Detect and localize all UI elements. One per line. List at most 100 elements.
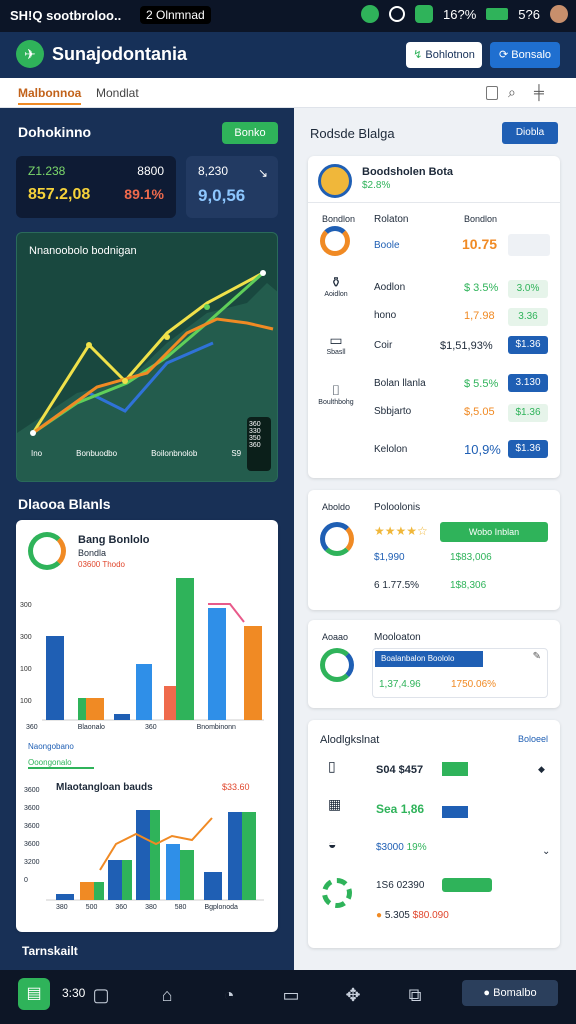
kpi2-value-b: 9,0,56 xyxy=(198,186,246,205)
logo-icon: ✈ xyxy=(16,40,44,68)
y-tick: 100 xyxy=(20,698,32,705)
row-value: 10.75 xyxy=(462,236,498,252)
search-icon[interactable]: ⌕ xyxy=(508,84,516,101)
list-row[interactable]: ● 5.305 $80.090 xyxy=(376,910,449,921)
chevron-down-icon[interactable]: ⌄ xyxy=(542,846,550,857)
battery-text: 16?% xyxy=(443,6,477,22)
row-pill[interactable]: 3.0% xyxy=(508,280,548,298)
app-header: ✈ Sunajodontania ↯ Bohlotnon ⟳ Bonsalo xyxy=(0,32,576,78)
donut-icon xyxy=(320,648,354,682)
list-row-label: Sea xyxy=(376,802,398,816)
y-tick: 3200 xyxy=(24,859,40,866)
tab-bar: Malbonnoa Mondlat ⌕ ╪ xyxy=(0,78,576,108)
kpi1-value-d: 857.2,08 xyxy=(28,186,91,203)
rating-card-label: Aboldo xyxy=(322,502,351,512)
badge-icon xyxy=(322,878,352,908)
row-icon-label: Sbasll xyxy=(326,349,346,356)
list-card-link[interactable]: Boloeel xyxy=(518,734,548,744)
section-button[interactable]: Bonko xyxy=(222,122,278,144)
row-label: Aodlon xyxy=(374,282,406,293)
chat-icon[interactable]: ▤ xyxy=(18,978,50,1010)
bar-legend: Naongobano xyxy=(28,742,74,751)
line-x-axis: Ino Bonbuodbo Boilonbnolob S9 xyxy=(31,449,241,458)
rating-value: 6 1.77.5% xyxy=(374,580,420,591)
expand-icon[interactable]: ↘ xyxy=(258,166,268,180)
list-bar xyxy=(442,762,468,776)
tab-main[interactable]: Malbonnoa xyxy=(18,86,82,105)
row-pill[interactable]: 3.130 xyxy=(508,374,548,392)
kpi-card-2[interactable]: 8,230 9,0,56 ↘ xyxy=(186,156,278,218)
x-tick: Blaonalo xyxy=(77,724,105,731)
app-icon xyxy=(361,5,380,23)
legend-item: 360 xyxy=(249,442,261,449)
battery-icon xyxy=(486,8,509,20)
list-row[interactable]: S04 $457 xyxy=(376,764,423,776)
bar-chart-card: Bang Bonlolo Bondla 03600 Thodo 300 300 … xyxy=(16,520,278,932)
document-icon[interactable] xyxy=(486,86,498,100)
kpi-card-1[interactable]: Z1.238 8800 857.2,08 89.1% xyxy=(16,156,176,218)
y-tick: 0 xyxy=(24,877,28,884)
list-row[interactable]: 1S6 02390 xyxy=(376,880,424,891)
x-tick: 360 xyxy=(26,724,38,731)
puzzle-icon[interactable]: ✥ xyxy=(342,984,364,1006)
cup-icon: ⌷ xyxy=(331,382,341,398)
section-title-bars: Dlaooa Blanls xyxy=(18,496,111,512)
legend-item: 360 xyxy=(249,421,261,428)
list-row-value: 02390 xyxy=(396,880,425,891)
status-text: SH!Q sootbroloo.. xyxy=(10,8,122,23)
x-tick: Bnombinonn xyxy=(196,724,236,731)
chart-icon: ▦ xyxy=(328,796,342,812)
rating-card-title: Poloolonis xyxy=(374,502,421,513)
chevron-right-icon[interactable]: ◆ xyxy=(538,764,545,775)
section-title-dashboard: Dohokinno xyxy=(18,124,92,140)
list-row-label: S04 xyxy=(376,764,396,776)
mix-chart xyxy=(46,810,264,901)
progress-card: Aoaao Mooloaton Boalanbalon Boololo ✎ 1,… xyxy=(308,620,560,708)
bar-legend-2: Ooongonalo xyxy=(28,758,94,769)
star-rating-icon: ★★★★☆ xyxy=(374,524,428,538)
x-tick: 500 xyxy=(85,904,98,911)
list-bar xyxy=(442,806,468,818)
signal-text: 5?6 xyxy=(518,6,540,22)
pin-icon[interactable]: ╪ xyxy=(534,84,544,100)
home-icon[interactable]: ⌂ xyxy=(156,984,178,1006)
folder-icon[interactable]: ▭ xyxy=(280,984,302,1006)
share-icon[interactable]: ⧉ xyxy=(404,984,426,1006)
row-pill[interactable]: $1.36 xyxy=(508,404,548,422)
bowl-icon: ◒ xyxy=(328,836,337,852)
header-button-primary[interactable]: ↯ Bohlotnon xyxy=(406,42,482,68)
clock-icon[interactable]: ◔ xyxy=(218,984,240,1006)
avatar[interactable] xyxy=(550,5,568,23)
app-title: Sunajodontania xyxy=(52,44,187,64)
y-tick: 3600 xyxy=(24,787,40,794)
progress-value: 1,37,4.96 xyxy=(379,679,421,690)
x-tick: 360 xyxy=(144,724,157,731)
list-row-value: 19% xyxy=(406,842,427,853)
y-tick: 300 xyxy=(20,634,32,641)
note-icon: ▯ xyxy=(328,758,336,774)
x-tick: 380 xyxy=(56,904,68,911)
row-pill[interactable]: $1.36 xyxy=(508,440,548,458)
row-value: $1,51,93% xyxy=(440,340,493,352)
row-label: Coir xyxy=(374,340,393,351)
row-pill[interactable]: 3.36 xyxy=(508,308,548,326)
rating-button[interactable]: Wobo Inblan xyxy=(440,522,548,542)
header-button-secondary[interactable]: ⟳ Bonsalo xyxy=(490,42,560,68)
row-pill[interactable]: $1.36 xyxy=(508,336,548,354)
status-icons: 16?% 5?6 xyxy=(361,5,568,23)
list-row[interactable]: Sea 1,86 xyxy=(376,802,424,816)
progress-value: 1750.06% xyxy=(451,679,497,690)
nav-primary-button[interactable]: ● Bomalbo xyxy=(462,980,558,1006)
tab-second[interactable]: Mondlat xyxy=(96,86,139,100)
edit-icon[interactable]: ✎ xyxy=(533,651,541,662)
row-label: Kelolon xyxy=(374,444,408,455)
y-tick: 3600 xyxy=(24,841,40,848)
calendar-icon[interactable]: ▢ xyxy=(90,984,112,1006)
list-row[interactable]: $3000 19% xyxy=(376,842,427,853)
col-header: Bondlon xyxy=(322,214,356,224)
donut-icon xyxy=(320,522,354,556)
progress-card-label: Aoaao xyxy=(322,632,349,642)
right-section-button[interactable]: Diobla xyxy=(502,122,558,144)
basket-icon: ▭ xyxy=(329,332,343,348)
list-bar xyxy=(442,878,492,892)
